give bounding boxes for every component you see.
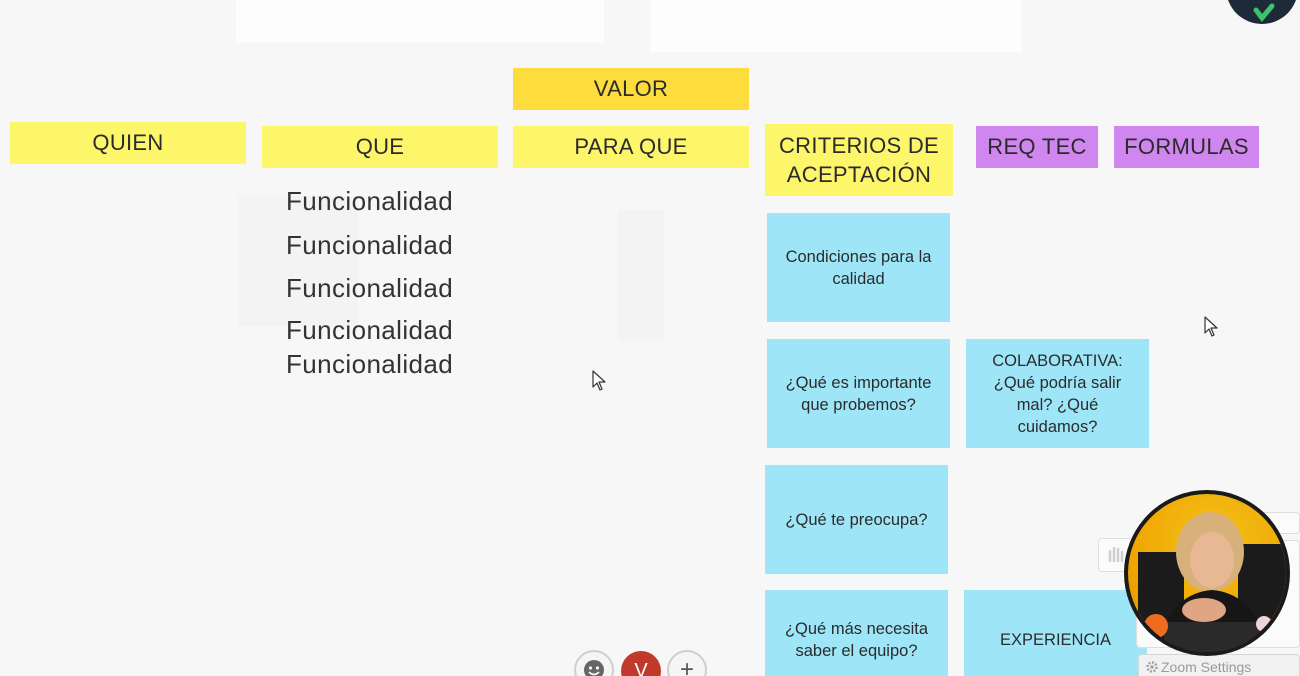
user-avatar-initial: V xyxy=(634,659,648,676)
criterio-note[interactable]: Condiciones para la calidad xyxy=(767,213,950,322)
funcionalidad-item[interactable]: Funcionalidad xyxy=(286,230,453,261)
header-quien[interactable]: QUIEN xyxy=(10,122,246,164)
header-criterios-aceptacion[interactable]: CRITERIOS DE ACEPTACIÓN xyxy=(765,124,953,196)
mouse-cursor-icon xyxy=(1204,316,1218,337)
funcionalidad-item[interactable]: Funcionalidad xyxy=(286,315,453,346)
zoom-settings-label: Zoom Settings xyxy=(1161,659,1252,675)
criterio-note[interactable]: ¿Qué es importante que probemos? xyxy=(767,339,950,448)
header-valor[interactable]: VALOR xyxy=(513,68,749,110)
header-formulas[interactable]: FORMULAS xyxy=(1114,126,1259,168)
criterio-note[interactable]: ¿Qué más necesita saber el equipo? xyxy=(765,590,948,676)
header-para-que-label: PARA QUE xyxy=(574,134,688,159)
header-para-que[interactable]: PARA QUE xyxy=(513,126,749,168)
background-card xyxy=(650,0,1022,52)
background-ghost-card xyxy=(618,210,664,340)
header-valor-label: VALOR xyxy=(593,76,669,101)
header-criterios-line2: ACEPTACIÓN xyxy=(786,162,932,187)
funcionalidad-item[interactable]: Funcionalidad xyxy=(286,349,453,380)
header-req-tec-label: REQ TEC xyxy=(987,134,1087,159)
header-req-tec[interactable]: REQ TEC xyxy=(976,126,1098,168)
funcionalidad-item[interactable]: Funcionalidad xyxy=(286,273,453,304)
header-formulas-label: FORMULAS xyxy=(1124,134,1249,159)
presenter-video xyxy=(1124,490,1290,656)
req-tec-note[interactable]: COLABORATIVA: ¿Qué podría salir mal? ¿Qu… xyxy=(966,339,1149,448)
header-que[interactable]: QUE xyxy=(262,126,498,168)
criterio-note-text: ¿Qué es importante que probemos? xyxy=(785,373,932,414)
mouse-cursor-icon xyxy=(592,370,606,391)
req-tec-note-text: COLABORATIVA: ¿Qué podría salir mal? ¿Qu… xyxy=(992,351,1123,436)
funcionalidad-item[interactable]: Funcionalidad xyxy=(286,186,453,217)
user-avatar[interactable]: V xyxy=(621,651,661,676)
criterio-note-text: Condiciones para la calidad xyxy=(785,247,932,288)
criterio-note-text: ¿Qué más necesita saber el equipo? xyxy=(784,620,929,660)
background-card xyxy=(236,0,604,42)
criterio-note-text: ¿Qué te preocupa? xyxy=(785,510,928,529)
plus-icon: + xyxy=(679,656,694,676)
criterio-note[interactable]: ¿Qué te preocupa? xyxy=(765,465,948,574)
zoom-settings-button[interactable]: Zoom Settings xyxy=(1138,654,1300,676)
req-tec-note[interactable]: EXPERIENCIA xyxy=(964,590,1147,676)
emoji-reaction-button[interactable] xyxy=(574,650,614,676)
header-que-label: QUE xyxy=(355,134,405,159)
req-tec-note-text: EXPERIENCIA xyxy=(1000,631,1111,649)
smiley-icon xyxy=(584,660,604,676)
header-quien-label: QUIEN xyxy=(92,130,164,155)
presenter-figure xyxy=(1138,512,1286,652)
add-button[interactable]: + xyxy=(667,650,707,676)
app-logo xyxy=(1226,0,1298,24)
check-icon xyxy=(1253,3,1275,23)
gear-icon xyxy=(1146,661,1158,673)
header-criterios-line1: CRITERIOS DE xyxy=(778,133,940,158)
